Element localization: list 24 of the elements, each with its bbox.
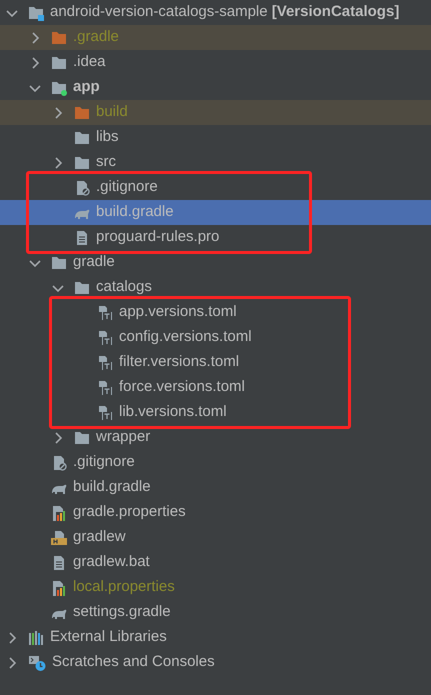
- properties-file-icon: [51, 580, 67, 596]
- ignore-file-icon: [51, 454, 67, 470]
- toml-file-icon: [97, 330, 113, 346]
- folder-icon: [74, 280, 90, 296]
- text-file-icon: [74, 230, 90, 246]
- toml-file-icon: [97, 304, 113, 320]
- folder-icon: [51, 254, 67, 270]
- text-file-icon: [51, 554, 67, 570]
- toml-file-icon: [97, 354, 113, 370]
- scratches-icon: [28, 654, 46, 670]
- folder-icon: [74, 130, 90, 146]
- module-folder-icon: [51, 80, 67, 96]
- folder-icon: [74, 430, 90, 446]
- folder-icon: [51, 54, 67, 70]
- script-file-icon: [51, 530, 67, 546]
- toml-file-icon: [97, 404, 113, 420]
- libraries-icon: [28, 630, 44, 646]
- folder-icon: [51, 30, 67, 46]
- folder-icon: [74, 104, 90, 120]
- toml-file-icon: [97, 380, 113, 396]
- module-folder-icon: [28, 4, 44, 20]
- properties-file-icon: [51, 504, 67, 520]
- folder-icon: [74, 154, 90, 170]
- ignore-file-icon: [74, 180, 90, 196]
